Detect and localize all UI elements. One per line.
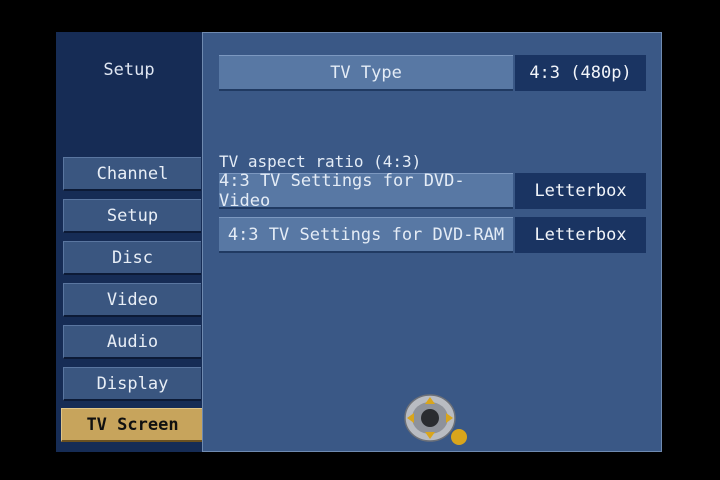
directional-pad-icon: [404, 394, 456, 442]
menu-item-channel[interactable]: Channel: [63, 157, 201, 191]
menu-item-tv-screen[interactable]: TV Screen: [61, 408, 203, 442]
menu-item-display[interactable]: Display: [63, 367, 201, 401]
directional-pad-graphic: [404, 394, 456, 442]
tv-type-button[interactable]: TV Type: [219, 55, 513, 91]
tv-type-value[interactable]: 4:3 (480p): [515, 55, 646, 91]
menu-item-setup[interactable]: Setup: [63, 199, 201, 233]
dvd-ram-setting-button[interactable]: 4:3 TV Settings for DVD-RAM: [219, 217, 513, 253]
yellow-dot-icon: [451, 429, 467, 445]
menu-item-audio[interactable]: Audio: [63, 325, 201, 359]
aspect-ratio-heading: TV aspect ratio (4:3): [219, 152, 422, 171]
dvd-ram-setting-value[interactable]: Letterbox: [515, 217, 646, 253]
dvd-video-setting-value[interactable]: Letterbox: [515, 173, 646, 209]
dvd-video-setting-button[interactable]: 4:3 TV Settings for DVD-Video: [219, 171, 513, 211]
sidebar-title: Setup: [103, 60, 155, 80]
menu-item-disc[interactable]: Disc: [63, 241, 201, 275]
menu-item-video[interactable]: Video: [63, 283, 201, 317]
